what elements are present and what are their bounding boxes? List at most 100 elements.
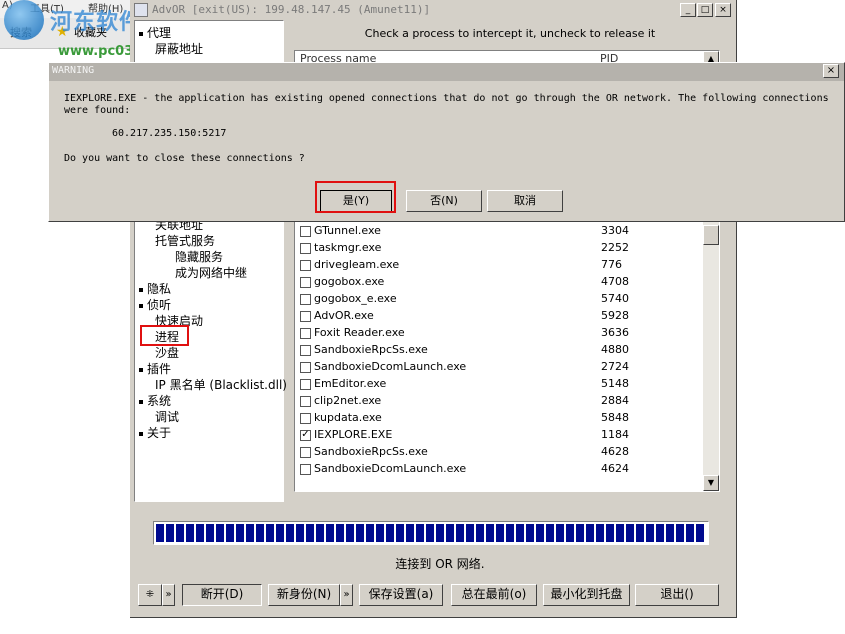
bullet-icon — [139, 31, 143, 36]
process-row[interactable]: SandboxieRpcSs.exe 4880 — [298, 342, 708, 359]
process-row[interactable]: AdvOR.exe 5928 — [298, 308, 708, 325]
app-icon — [134, 3, 148, 17]
process-name: AdvOR.exe — [314, 309, 374, 322]
maximize-button[interactable]: □ — [697, 3, 713, 17]
tree-item-become-relay[interactable]: 成为网络中继 — [175, 264, 247, 281]
connection-progress-bar — [153, 521, 709, 545]
process-pid: 5148 — [601, 377, 629, 390]
cancel-button[interactable]: 取消 — [487, 190, 563, 212]
bullet-icon — [139, 367, 143, 372]
process-checkbox[interactable] — [300, 379, 311, 390]
dialog-title: WARNING — [52, 65, 95, 76]
process-checkbox[interactable] — [300, 226, 311, 237]
scrollbar-thumb[interactable] — [703, 225, 719, 245]
process-name: IEXPLORE.EXE — [314, 428, 393, 441]
exit-button[interactable]: 退出() — [635, 584, 719, 606]
process-name: Foxit Reader.exe — [314, 326, 405, 339]
tree-item-hidden-services[interactable]: 隐藏服务 — [175, 248, 223, 265]
bullet-icon — [139, 399, 143, 404]
tree-item-label: 托管式服务 — [155, 234, 216, 248]
process-row[interactable]: drivegleam.exe 776 — [298, 257, 708, 274]
process-row[interactable]: EmEditor.exe 5148 — [298, 376, 708, 393]
tree-item-banned-addresses[interactable]: 屏蔽地址 — [155, 40, 203, 57]
process-checkbox[interactable] — [300, 277, 311, 288]
process-checkbox[interactable] — [300, 260, 311, 271]
tree-item-sandbox[interactable]: 沙盘 — [155, 344, 179, 361]
process-row[interactable]: taskmgr.exe 2252 — [298, 240, 708, 257]
process-row[interactable]: ✓ IEXPLORE.EXE 1184 — [298, 427, 708, 444]
network-icon[interactable]: ⁜ — [138, 584, 162, 606]
process-name: EmEditor.exe — [314, 377, 387, 390]
tree-item-ip-blacklist[interactable]: IP 黑名单 (Blacklist.dll) — [155, 376, 287, 393]
process-name: gogobox_e.exe — [314, 292, 397, 305]
process-checkbox[interactable]: ✓ — [300, 430, 311, 441]
minimize-to-tray-button[interactable]: 最小化到托盘 — [543, 584, 630, 606]
close-window-button[interactable]: × — [715, 3, 731, 17]
process-checkbox[interactable] — [300, 345, 311, 356]
process-checkbox[interactable] — [300, 328, 311, 339]
bullet-icon — [139, 287, 143, 292]
process-hint-text: Check a process to intercept it, uncheck… — [364, 27, 656, 40]
tree-item-privacy[interactable]: 隐私 — [139, 280, 171, 297]
window-title: AdvOR [exit(US): 199.48.147.45 (Amunet11… — [152, 3, 431, 16]
process-pid: 3636 — [601, 326, 629, 339]
tree-item-about[interactable]: 关于 — [139, 424, 171, 441]
process-pid: 2252 — [601, 241, 629, 254]
dialog-close-icon[interactable]: × — [823, 64, 839, 78]
process-pid: 1184 — [601, 428, 629, 441]
process-checkbox[interactable] — [300, 396, 311, 407]
process-row[interactable]: GTunnel.exe 3304 — [298, 223, 708, 240]
process-row[interactable]: SandboxieDcomLaunch.exe 2724 — [298, 359, 708, 376]
identity-menu-arrow-icon[interactable]: » — [340, 584, 353, 606]
new-identity-button[interactable]: 新身份(N) — [268, 584, 340, 606]
dialog-message-cont: were found: — [64, 105, 131, 116]
process-row[interactable]: Foxit Reader.exe 3636 — [298, 325, 708, 342]
save-settings-button[interactable]: 保存设置(a) — [359, 584, 443, 606]
always-on-top-button[interactable]: 总在最前(o) — [451, 584, 537, 606]
expand-arrow-icon[interactable]: » — [162, 584, 175, 606]
process-checkbox[interactable] — [300, 311, 311, 322]
tree-item-label: IP 黑名单 (Blacklist.dll) — [155, 378, 287, 392]
process-row[interactable]: clip2net.exe 2884 — [298, 393, 708, 410]
process-checkbox[interactable] — [300, 413, 311, 424]
process-checkbox[interactable] — [300, 243, 311, 254]
connection-address: 60.217.235.150:5217 — [112, 128, 227, 139]
process-row[interactable]: SandboxieRpcSs.exe 4628 — [298, 444, 708, 461]
process-pid: 5740 — [601, 292, 629, 305]
process-pid: 4880 — [601, 343, 629, 356]
tree-item-label: 隐私 — [147, 282, 172, 296]
tree-item-label: 调试 — [155, 410, 180, 424]
process-name: gogobox.exe — [314, 275, 385, 288]
disconnect-button[interactable]: 断开(D) — [182, 584, 262, 606]
bullet-icon — [139, 303, 143, 308]
tree-item-listen[interactable]: 侦听 — [139, 296, 171, 313]
tree-item-label: 成为网络中继 — [175, 266, 248, 280]
tree-item-processes[interactable]: 进程 — [155, 328, 179, 345]
process-name: kupdata.exe — [314, 411, 382, 424]
minimize-button[interactable]: _ — [680, 3, 696, 17]
tree-item-debug[interactable]: 调试 — [155, 408, 179, 425]
scroll-down-arrow-icon[interactable]: ▼ — [703, 475, 719, 491]
tree-item-label: 侦听 — [147, 298, 172, 312]
tree-item-plugins[interactable]: 插件 — [139, 360, 171, 377]
tree-item-proxy[interactable]: 代理 — [139, 24, 171, 41]
process-row[interactable]: gogobox.exe 4708 — [298, 274, 708, 291]
process-checkbox[interactable] — [300, 464, 311, 475]
process-row[interactable]: SandboxieDcomLaunch.exe 4624 — [298, 461, 708, 478]
process-pid: 2724 — [601, 360, 629, 373]
process-row[interactable]: kupdata.exe 5848 — [298, 410, 708, 427]
tree-item-hosted-services[interactable]: 托管式服务 — [155, 232, 215, 249]
process-pid: 3304 — [601, 224, 629, 237]
process-checkbox[interactable] — [300, 362, 311, 373]
watermark-logo — [4, 0, 44, 40]
process-row[interactable]: gogobox_e.exe 5740 — [298, 291, 708, 308]
dialog-message: IEXPLORE.EXE - the application has exist… — [64, 93, 829, 104]
no-button[interactable]: 否(N) — [406, 190, 482, 212]
process-checkbox[interactable] — [300, 447, 311, 458]
tree-item-system[interactable]: 系统 — [139, 392, 171, 409]
process-checkbox[interactable] — [300, 294, 311, 305]
process-name: SandboxieRpcSs.exe — [314, 343, 428, 356]
process-pid: 776 — [601, 258, 622, 271]
process-name: GTunnel.exe — [314, 224, 381, 237]
process-name: SandboxieDcomLaunch.exe — [314, 462, 467, 475]
